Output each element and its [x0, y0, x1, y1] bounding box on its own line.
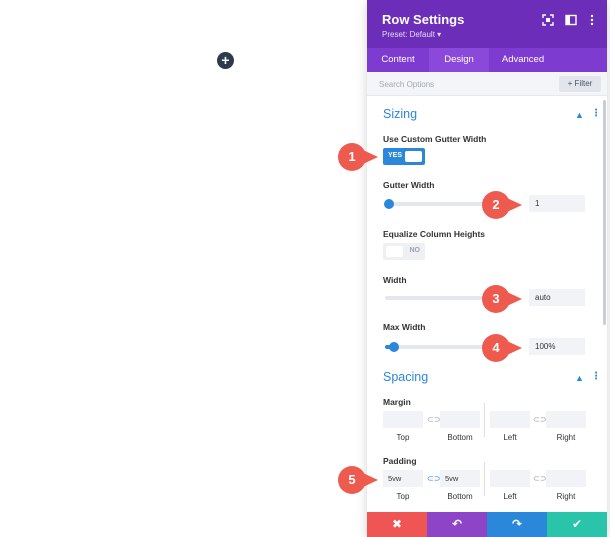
toggle-knob [405, 151, 422, 162]
cancel-button[interactable]: ✖ [367, 512, 427, 537]
filter-button[interactable]: + Filter [559, 76, 601, 92]
custom-gutter-label: Use Custom Gutter Width [383, 134, 487, 144]
link-icon[interactable]: ⊂⊃ [533, 474, 546, 483]
panel-footer: ✖ ↶ ↷ ✔ [367, 512, 607, 537]
annotation-marker-1: 1 [338, 142, 378, 172]
preset-selector[interactable]: Preset: Default ▾ [382, 30, 441, 39]
save-button[interactable]: ✔ [547, 512, 607, 537]
redo-icon: ↷ [511, 517, 523, 531]
padding-right-caption: Right [556, 492, 576, 501]
margin-fields: ⊂⊃ ⊂⊃ Top Bottom Left Right [383, 403, 587, 445]
padding-bottom-input[interactable]: 5vw [440, 470, 480, 487]
split-view-icon[interactable] [565, 14, 577, 26]
fullscreen-icon[interactable] [542, 14, 554, 26]
row-settings-panel: Row Settings Preset: Default ▾ Content D… [367, 0, 607, 537]
check-icon: ✔ [571, 517, 583, 531]
max-width-label: Max Width [383, 322, 426, 332]
margin-bottom-caption: Bottom [447, 433, 473, 442]
section-title-spacing[interactable]: Spacing [383, 370, 428, 384]
marker-number: 5 [348, 472, 356, 487]
padding-label: Padding [383, 456, 417, 466]
undo-icon: ↶ [451, 517, 463, 531]
marker-number: 1 [348, 149, 356, 164]
toggle-state-text: YES [388, 152, 403, 159]
panel-header: Row Settings Preset: Default ▾ [367, 0, 607, 48]
collapse-sizing-icon[interactable]: ▲ [575, 110, 584, 120]
divider [484, 462, 485, 496]
link-icon[interactable]: ⊂⊃ [427, 415, 440, 424]
margin-bottom-input[interactable] [440, 411, 480, 428]
marker-number: 2 [492, 197, 500, 212]
divider [484, 403, 485, 437]
sizing-more-icon[interactable]: ⋮ [591, 108, 601, 119]
padding-right-input[interactable] [546, 470, 586, 487]
annotation-marker-3: 3 [482, 284, 522, 314]
slider-handle[interactable] [383, 199, 394, 209]
margin-right-caption: Right [556, 433, 576, 442]
margin-label: Margin [383, 397, 411, 407]
spacing-more-icon[interactable]: ⋮ [591, 371, 601, 382]
toggle-knob [386, 246, 403, 257]
width-input[interactable] [529, 289, 585, 306]
add-row-button[interactable]: + [217, 52, 234, 69]
annotation-marker-2: 2 [482, 190, 522, 220]
margin-top-caption: Top [396, 433, 410, 442]
plus-icon: + [221, 52, 230, 68]
margin-right-input[interactable] [546, 411, 586, 428]
panel-scrollbar[interactable] [603, 100, 606, 325]
gutter-width-input[interactable] [529, 195, 585, 212]
search-bar: + Filter [367, 72, 607, 96]
search-options-input[interactable] [379, 76, 549, 92]
link-icon[interactable]: ⊂⊃ [533, 415, 546, 424]
padding-left-input[interactable] [490, 470, 530, 487]
collapse-spacing-icon[interactable]: ▲ [575, 373, 584, 383]
marker-number: 3 [492, 291, 500, 306]
custom-gutter-toggle[interactable]: YES [383, 148, 425, 165]
link-icon[interactable]: ⊂⊃ [427, 474, 440, 483]
width-label: Width [383, 275, 407, 285]
padding-left-caption: Left [503, 492, 517, 501]
margin-left-input[interactable] [490, 411, 530, 428]
max-width-input[interactable] [529, 338, 585, 355]
padding-fields: 5vw ⊂⊃ 5vw ⊂⊃ Top Bottom Left Right [383, 462, 587, 504]
equalize-heights-label: Equalize Column Heights [383, 229, 486, 239]
panel-title: Row Settings [382, 12, 465, 27]
settings-tabs: Content Design Advanced [367, 48, 607, 72]
padding-top-caption: Top [396, 492, 410, 501]
toggle-state-text: NO [409, 247, 421, 254]
more-icon[interactable] [586, 14, 598, 26]
close-icon: ✖ [391, 517, 403, 531]
tab-advanced[interactable]: Advanced [489, 48, 557, 72]
section-title-sizing[interactable]: Sizing [383, 107, 417, 121]
padding-top-input[interactable]: 5vw [383, 470, 423, 487]
undo-button[interactable]: ↶ [427, 512, 487, 537]
gutter-width-label: Gutter Width [383, 180, 435, 190]
redo-button[interactable]: ↷ [487, 512, 547, 537]
equalize-heights-toggle[interactable]: NO [383, 243, 425, 260]
padding-bottom-caption: Bottom [447, 492, 473, 501]
annotation-marker-5: 5 [338, 465, 378, 495]
tab-design[interactable]: Design [429, 48, 489, 72]
slider-handle[interactable] [389, 342, 400, 352]
margin-top-input[interactable] [383, 411, 423, 428]
margin-left-caption: Left [503, 433, 517, 442]
annotation-marker-4: 4 [482, 333, 522, 363]
marker-number: 4 [492, 340, 500, 355]
tab-content[interactable]: Content [367, 48, 429, 72]
